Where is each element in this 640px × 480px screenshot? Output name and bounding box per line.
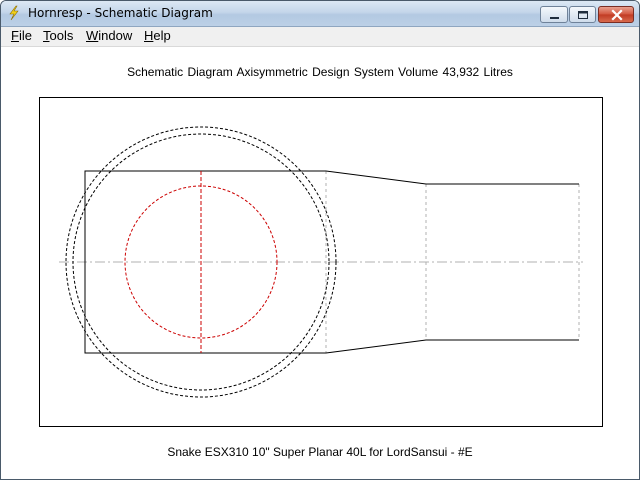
menu-bar: File Tools Window Help: [1, 27, 639, 47]
menu-help[interactable]: Help: [142, 28, 173, 43]
maximize-button[interactable]: [569, 6, 596, 23]
close-button[interactable]: [598, 6, 634, 23]
window-title: Hornresp - Schematic Diagram: [28, 6, 213, 20]
lightning-icon: [9, 5, 19, 21]
minimize-button[interactable]: [540, 6, 568, 23]
diagram-heading: Schematic Diagram Axisymmetric Design Sy…: [127, 65, 513, 79]
close-icon: [611, 9, 623, 21]
minimize-icon: [550, 17, 559, 19]
app-window: Hornresp - Schematic Diagram File Tools …: [0, 0, 640, 480]
maximize-icon: [578, 11, 588, 19]
menu-file[interactable]: File: [9, 28, 34, 43]
menu-tools[interactable]: Tools: [41, 28, 75, 43]
title-bar[interactable]: Hornresp - Schematic Diagram: [1, 1, 639, 27]
schematic-diagram: [39, 97, 603, 427]
diagram-caption: Snake ESX310 10" Super Planar 40L for Lo…: [167, 445, 473, 459]
menu-window[interactable]: Window: [84, 28, 134, 43]
